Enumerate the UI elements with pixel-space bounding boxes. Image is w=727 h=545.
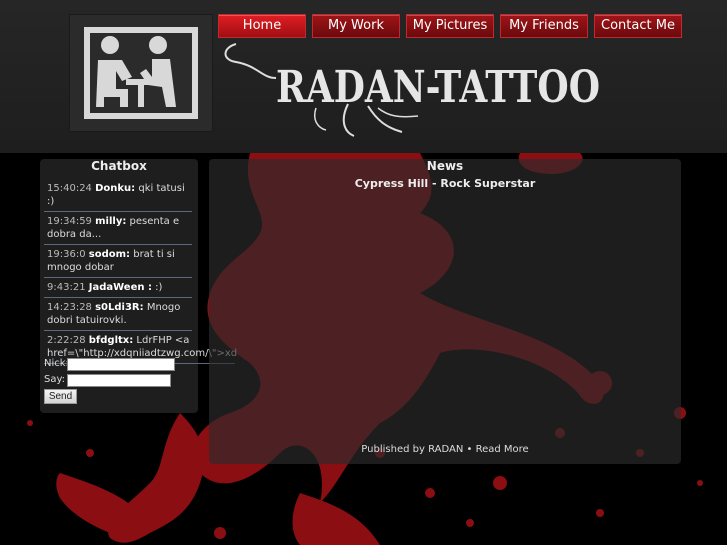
brand-logo: RADAN-TATTOO [224, 43, 600, 137]
tattoo-artist-icon [84, 27, 198, 119]
chat-text: :) [155, 282, 163, 293]
chat-time: 2:22:28 [47, 335, 86, 346]
separator-dot: • [466, 444, 473, 455]
chat-time: 15:40:24 [47, 183, 92, 194]
published-by: Published by RADAN [361, 444, 464, 455]
news-panel: News Cypress Hill - Rock Superstar Publi… [209, 159, 681, 464]
chat-time: 19:34:59 [47, 216, 92, 227]
nav-home[interactable]: Home [218, 14, 306, 38]
logo[interactable] [69, 14, 213, 132]
chat-time: 19:36:0 [47, 249, 86, 260]
chat-nick: JadaWeen : [88, 282, 152, 293]
header: Home My Work My Pictures My Friends Cont… [0, 0, 727, 153]
chat-nick: bfdgltx: [88, 335, 134, 346]
say-label: Say: [44, 374, 66, 385]
news-post-footer: Published by RADAN • Read More [209, 444, 681, 456]
chat-nick: milly: [95, 216, 127, 227]
nav-my-friends[interactable]: My Friends [500, 14, 588, 38]
nav-my-work[interactable]: My Work [312, 14, 400, 38]
chat-message: 9:43:21 JadaWeen : :) [44, 278, 192, 298]
nav-contact-me[interactable]: Contact Me [594, 14, 682, 38]
chat-message: 15:40:24 Donku: qki tatusi :) [44, 179, 192, 212]
news-title: News [426, 159, 464, 173]
chat-nick: Donku: [95, 183, 136, 194]
chat-message: 14:23:28 s0Ldi3R: Mnogo dobri tatuirovki… [44, 298, 192, 331]
send-button[interactable]: Send [44, 389, 77, 404]
brand-text: RADAN-TATTOO [276, 62, 600, 113]
chat-nick: sodom: [88, 249, 131, 260]
chat-nick: s0Ldi3R: [95, 302, 144, 313]
news-post-title[interactable]: Cypress Hill - Rock Superstar [209, 177, 681, 190]
say-input[interactable] [67, 374, 171, 387]
chatbox-title: Chatbox [91, 159, 147, 173]
chat-message: 19:34:59 milly: pesenta e dobra da... [44, 212, 192, 245]
nick-label: Nick: [44, 358, 69, 369]
read-more-link[interactable]: Read More [476, 444, 529, 455]
chat-message: 19:36:0 sodom: brat ti si mnogo dobar [44, 245, 192, 278]
chat-time: 9:43:21 [47, 282, 86, 293]
chat-time: 14:23:28 [47, 302, 92, 313]
nav-my-pictures[interactable]: My Pictures [406, 14, 494, 38]
nick-input[interactable] [67, 358, 175, 371]
chat-message-list: 15:40:24 Donku: qki tatusi :) 19:34:59 m… [44, 179, 237, 364]
